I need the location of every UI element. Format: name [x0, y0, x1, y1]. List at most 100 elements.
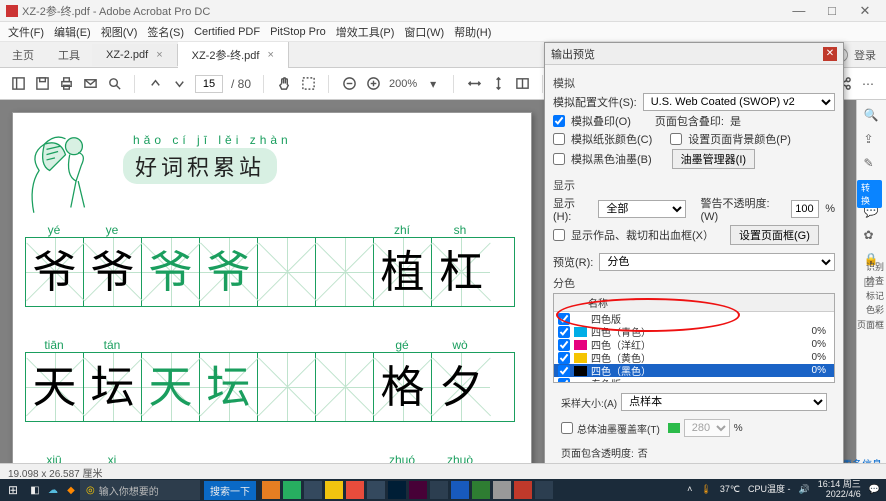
notifications-icon[interactable]: 💬: [869, 485, 880, 495]
taskbar-search[interactable]: ◎ 输入你想要的: [80, 480, 200, 500]
pin-ai[interactable]: [409, 481, 427, 499]
sim-black-ink-checkbox[interactable]: [553, 153, 565, 165]
practice-row-1: yéyezhísh 爷爷爷爷植杠: [25, 223, 515, 307]
menu-view[interactable]: 视图(V): [101, 24, 138, 40]
pin-8[interactable]: [493, 481, 511, 499]
read-mode-icon[interactable]: [514, 76, 530, 92]
practice-cell: 坛: [200, 353, 258, 421]
menu-sign[interactable]: 签名(S): [147, 24, 184, 40]
sidebar-toggle-icon[interactable]: [10, 76, 26, 92]
search-icon[interactable]: [106, 76, 122, 92]
pin-5[interactable]: [346, 481, 364, 499]
practice-cell: 格: [374, 353, 432, 421]
search-button[interactable]: 搜索一下: [204, 481, 256, 500]
zoom-out-icon[interactable]: [341, 76, 357, 92]
system-tray[interactable]: ˄ 🌡 37℃ CPU温度 - 🔊 16:14 周三 2022/4/6 💬: [681, 480, 886, 500]
separations-list[interactable]: 名称 四色版四色（青色）0%四色（洋红）0%四色（黄色）0%四色（黑色）0%专色…: [553, 293, 835, 383]
sep-checkbox[interactable]: [558, 326, 570, 338]
zoom-in-icon[interactable]: [365, 76, 381, 92]
pin-1[interactable]: [262, 481, 280, 499]
sim-overprint-checkbox[interactable]: [553, 115, 565, 127]
separation-item[interactable]: 专色版: [554, 377, 834, 383]
doc-tab-1[interactable]: XZ-2.pdf ×: [92, 44, 178, 66]
doc-tab-2[interactable]: XZ-2参-终.pdf ×: [178, 42, 289, 68]
close-icon[interactable]: ×: [156, 49, 162, 61]
rail-export-icon[interactable]: ⇪: [864, 132, 880, 148]
pin-word[interactable]: [451, 481, 469, 499]
show-select[interactable]: 全部: [598, 200, 686, 218]
page-down-icon[interactable]: [171, 76, 187, 92]
menu-edit[interactable]: 编辑(E): [54, 24, 91, 40]
temp-icon: 🌡: [700, 485, 711, 495]
sep-checkbox[interactable]: [558, 365, 570, 377]
color-swatch: [574, 314, 587, 324]
section-display: 显示: [553, 177, 835, 193]
sep-checkbox[interactable]: [558, 352, 570, 364]
hand-icon[interactable]: [276, 76, 292, 92]
maximize-button[interactable]: □: [817, 3, 847, 18]
warn-opacity-input[interactable]: [791, 200, 819, 218]
zoom-value[interactable]: 200%: [389, 78, 417, 90]
practice-cell: [316, 353, 374, 421]
page-up-icon[interactable]: [147, 76, 163, 92]
set-page-box-button[interactable]: 设置页面框(G): [730, 225, 819, 245]
pin-4[interactable]: [325, 481, 343, 499]
select-icon[interactable]: [300, 76, 316, 92]
sample-size-select[interactable]: 点样本: [621, 393, 827, 411]
app-icon: [6, 5, 18, 17]
set-bg-checkbox[interactable]: [670, 133, 682, 145]
sep-checkbox[interactable]: [558, 378, 570, 384]
practice-cell: 爷: [26, 238, 84, 306]
output-preview-panel: 输出预览 ✕ 模拟 模拟配置文件(S): U.S. Web Coated (SW…: [544, 42, 844, 474]
page-number-input[interactable]: [195, 75, 223, 93]
rail-search-icon[interactable]: 🔍: [864, 108, 880, 124]
task-view-icon[interactable]: ◧: [26, 485, 44, 496]
tab-tools[interactable]: 工具: [46, 42, 92, 68]
pin-ps[interactable]: [388, 481, 406, 499]
menu-file[interactable]: 文件(F): [8, 24, 44, 40]
sim-paper-checkbox[interactable]: [553, 133, 565, 145]
preview-select[interactable]: 分色: [599, 253, 835, 271]
chevron-down-icon[interactable]: ▾: [425, 76, 441, 92]
coverage-value: 280: [684, 419, 730, 437]
close-icon[interactable]: ×: [267, 49, 273, 61]
show-art-checkbox[interactable]: [553, 229, 565, 241]
print-icon[interactable]: [58, 76, 74, 92]
pdf-page: hǎo cí jī lěi zhàn 好词积累站 yéyezhísh 爷爷爷爷植…: [12, 112, 532, 479]
pin-6[interactable]: [367, 481, 385, 499]
mail-icon[interactable]: [82, 76, 98, 92]
volume-icon[interactable]: 🔊: [799, 485, 810, 495]
profile-select[interactable]: U.S. Web Coated (SWOP) v2: [643, 93, 835, 111]
title-pinyin: hǎo cí jī lěi zhàn: [133, 133, 292, 147]
tab-home[interactable]: 主页: [0, 42, 46, 68]
sep-checkbox[interactable]: [558, 339, 570, 351]
pin-3[interactable]: [304, 481, 322, 499]
menu-help[interactable]: 帮助(H): [454, 24, 491, 40]
menu-pitstop[interactable]: PitStop Pro: [270, 26, 326, 38]
close-button[interactable]: ✕: [850, 3, 880, 19]
sep-checkbox[interactable]: [558, 313, 570, 325]
minimize-button[interactable]: —: [784, 3, 814, 18]
start-button[interactable]: ⊞: [0, 483, 26, 497]
pin-2[interactable]: [283, 481, 301, 499]
fit-page-icon[interactable]: [490, 76, 506, 92]
weather-icon[interactable]: ☁: [44, 485, 62, 496]
rail-stamp-icon[interactable]: ✿: [864, 228, 880, 244]
fit-width-icon[interactable]: [466, 76, 482, 92]
ink-manager-button[interactable]: 油墨管理器(I): [672, 149, 755, 169]
app-icon-taskbar[interactable]: ◆: [62, 485, 80, 496]
panel-close-button[interactable]: ✕: [823, 47, 837, 61]
save-icon[interactable]: [34, 76, 50, 92]
practice-cell: 爷: [200, 238, 258, 306]
menu-certified-pdf[interactable]: Certified PDF: [194, 26, 260, 38]
pin-7[interactable]: [430, 481, 448, 499]
total-coverage-checkbox[interactable]: [561, 422, 573, 434]
pin-9[interactable]: [535, 481, 553, 499]
tray-up-icon[interactable]: ˄: [687, 485, 692, 495]
rail-edit-icon[interactable]: ✎: [864, 156, 880, 172]
pin-excel[interactable]: [472, 481, 490, 499]
menu-plugins[interactable]: 增效工具(P): [336, 24, 395, 40]
more-icon[interactable]: ⋯: [860, 76, 876, 92]
pin-acrobat[interactable]: [514, 481, 532, 499]
menu-window[interactable]: 窗口(W): [404, 24, 444, 40]
